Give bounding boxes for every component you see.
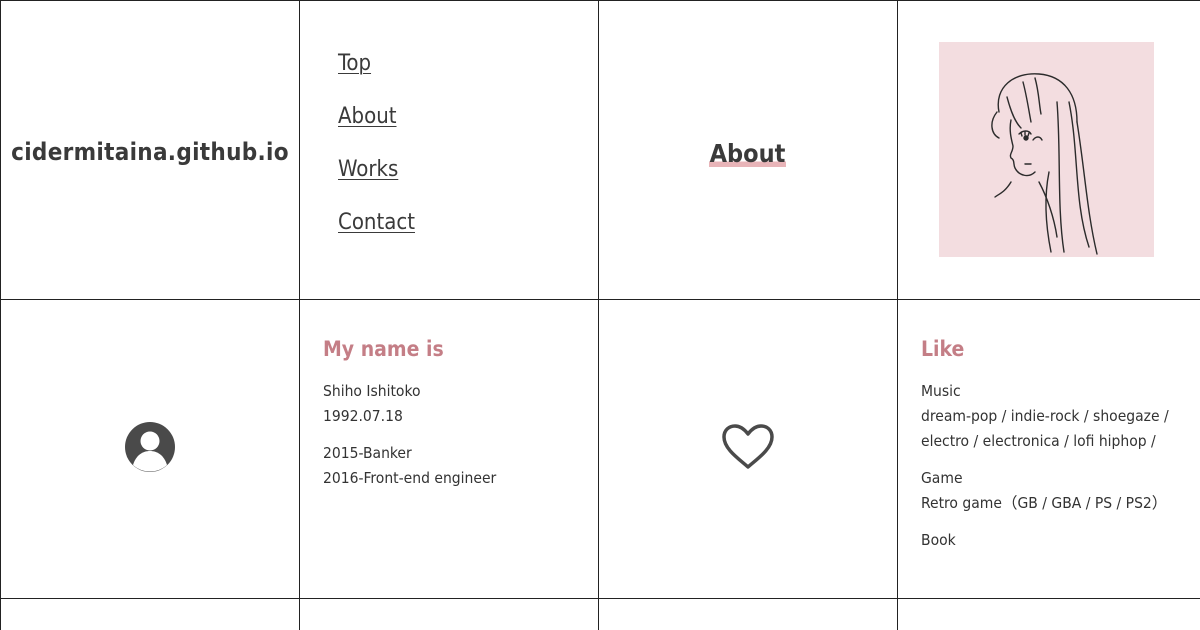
music-genres-line2: electro / electronica / lofi hiphop /	[921, 432, 1156, 450]
music-genres-line1: dream-pop / indie-rock / shoegaze /	[921, 407, 1169, 425]
section-heading-text: About	[708, 137, 787, 171]
profile-name: Shiho Ishitoko	[323, 382, 421, 400]
nav-link-top[interactable]: Top	[338, 51, 371, 76]
nav-link-about[interactable]: About	[338, 104, 397, 129]
section-heading-cell: About	[598, 0, 898, 300]
about-grid: cidermitaina.github.io Top About Works C…	[0, 0, 1200, 630]
like-book: Book	[921, 528, 1181, 553]
grid-cell	[897, 598, 1200, 630]
music-label: Music	[921, 382, 961, 400]
nav-link-contact[interactable]: Contact	[338, 210, 415, 235]
profile-icon-cell	[0, 299, 300, 599]
like-heading: Like	[921, 337, 965, 361]
heart-icon	[721, 423, 775, 475]
career-item: 2015-Banker	[323, 444, 412, 462]
profile-info: My name is Shiho Ishitoko 1992.07.18 201…	[323, 337, 583, 503]
girl-drawing	[991, 73, 1098, 255]
profile-basic: Shiho Ishitoko 1992.07.18	[323, 379, 583, 429]
profile-birthday: 1992.07.18	[323, 407, 403, 425]
grid-cell	[299, 598, 599, 630]
nav-item-contact: Contact	[338, 210, 415, 263]
profile-career: 2015-Banker 2016-Front-end engineer	[323, 441, 583, 491]
grid-cell	[598, 598, 898, 630]
nav-item-about: About	[338, 104, 415, 157]
grid-cell	[0, 598, 300, 630]
profile-info-cell: My name is Shiho Ishitoko 1992.07.18 201…	[299, 299, 599, 599]
user-circle-icon	[124, 421, 176, 477]
like-info: Like Music dream-pop / indie-rock / shoe…	[921, 337, 1181, 565]
like-icon-cell	[598, 299, 898, 599]
career-item: 2016-Front-end engineer	[323, 469, 497, 487]
like-game: Game Retro game（GB / GBA / PS / PS2）	[921, 466, 1181, 516]
nav-item-works: Works	[338, 157, 415, 210]
like-music: Music dream-pop / indie-rock / shoegaze …	[921, 379, 1181, 454]
site-title[interactable]: cidermitaina.github.io	[1, 138, 299, 166]
section-heading: About	[598, 137, 897, 171]
book-label: Book	[921, 531, 956, 549]
profile-heading: My name is	[323, 337, 444, 361]
site-title-cell: cidermitaina.github.io	[0, 0, 300, 300]
nav-item-top: Top	[338, 51, 415, 104]
game-label: Game	[921, 469, 963, 487]
portrait-illustration	[939, 42, 1154, 257]
main-nav: Top About Works Contact	[338, 51, 415, 263]
game-value: Retro game（GB / GBA / PS / PS2）	[921, 494, 1168, 512]
illustration-cell	[897, 0, 1200, 300]
like-info-cell: Like Music dream-pop / indie-rock / shoe…	[897, 299, 1200, 599]
nav-link-works[interactable]: Works	[338, 157, 398, 182]
nav-cell: Top About Works Contact	[299, 0, 599, 300]
